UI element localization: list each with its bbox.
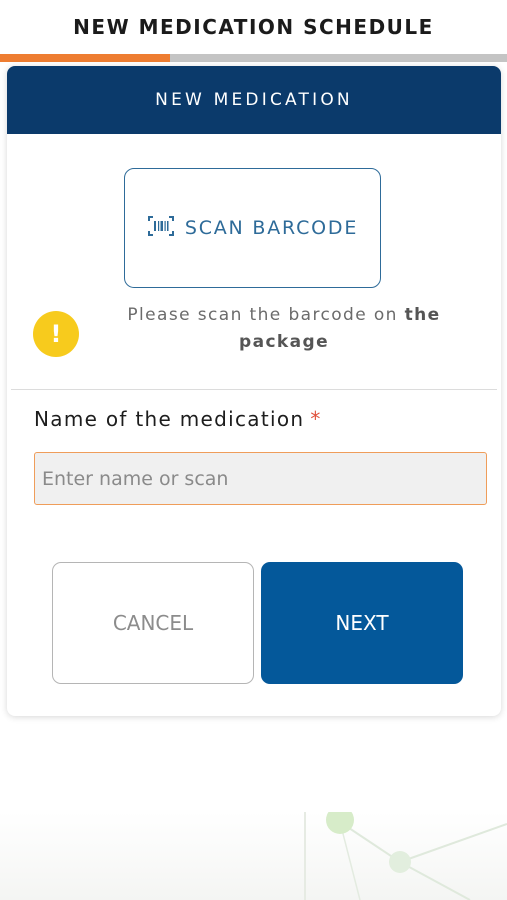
medication-name-input[interactable] [34, 452, 487, 505]
divider [11, 389, 497, 390]
required-asterisk: * [310, 407, 322, 431]
notice-text-regular: Please scan the barcode on [127, 305, 405, 325]
warning-icon: ! [33, 311, 79, 357]
barcode-icon [147, 215, 175, 241]
next-button[interactable]: NEXT [261, 562, 463, 684]
medication-name-label: Name of the medication * [34, 407, 322, 431]
card-header: NEW MEDICATION [7, 66, 501, 134]
scan-barcode-label: SCAN BARCODE [184, 217, 359, 239]
notice-text: Please scan the barcode on the package [103, 302, 465, 356]
scan-notice: ! Please scan the barcode on the package [7, 302, 501, 362]
progress-bar [0, 54, 507, 62]
progress-fill [0, 54, 170, 62]
cancel-button[interactable]: CANCEL [52, 562, 254, 684]
scan-barcode-button[interactable]: SCAN BARCODE [124, 168, 381, 288]
medication-name-label-text: Name of the medication [34, 407, 305, 431]
medication-card: NEW MEDICATION SCAN BARCODE ! Please sca… [7, 66, 501, 716]
background-molecule-art [0, 812, 507, 900]
page-title: NEW MEDICATION SCHEDULE [73, 15, 434, 39]
